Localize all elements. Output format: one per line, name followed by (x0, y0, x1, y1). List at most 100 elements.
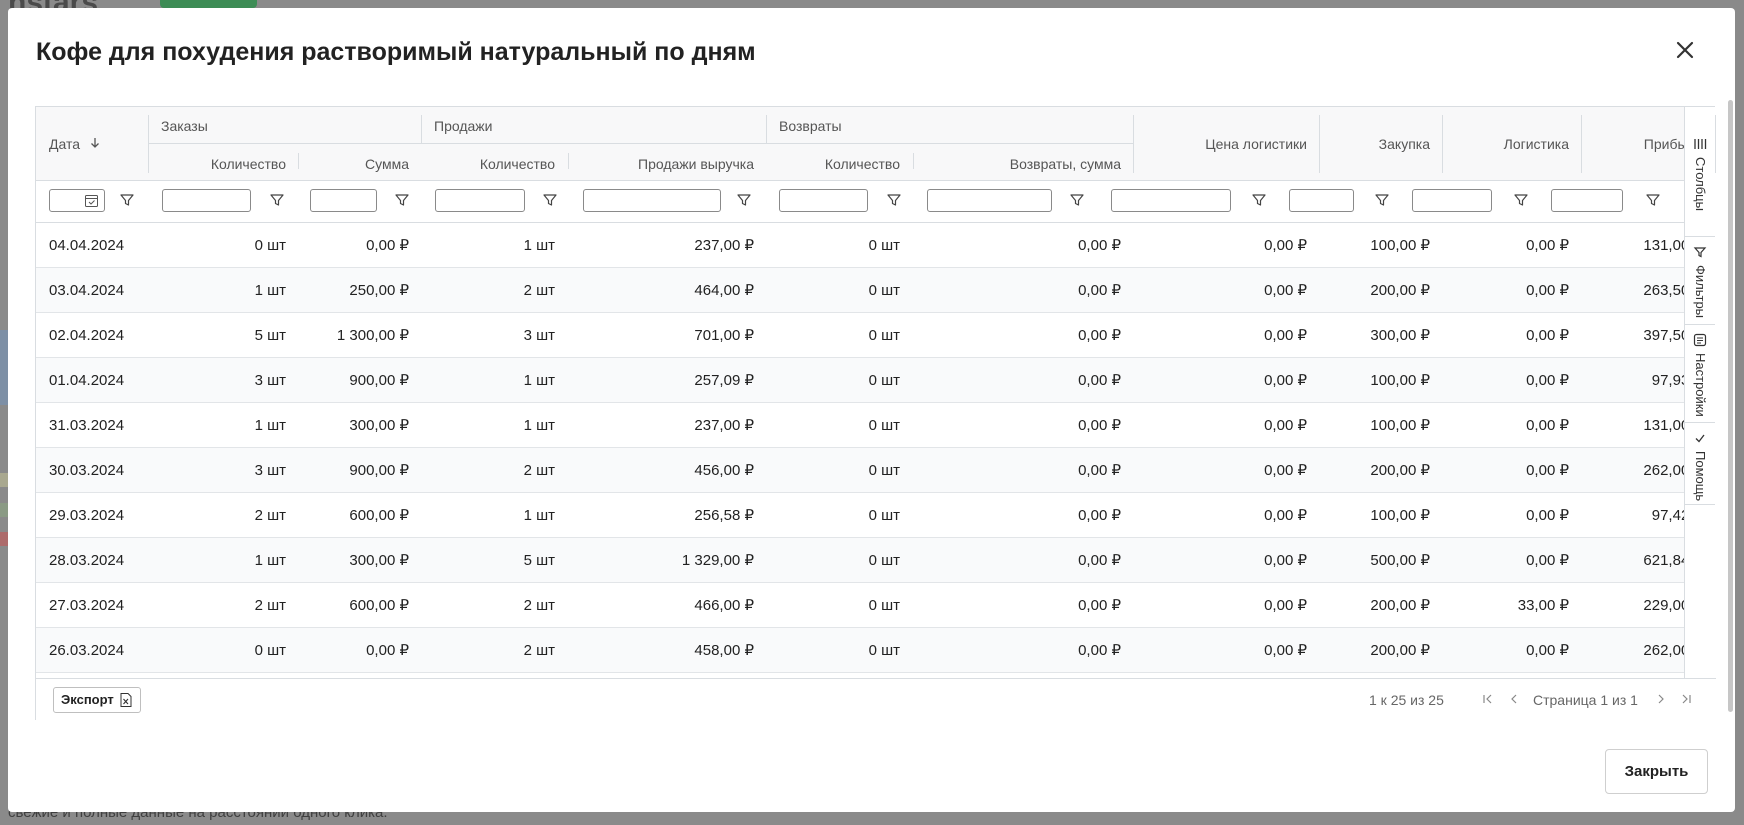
cell-purchase: 100,00 ₽ (1370, 417, 1430, 434)
cell-purchase: 200,00 ₽ (1370, 642, 1430, 659)
filter-icon[interactable] (885, 191, 903, 209)
column-header-orders-sum[interactable]: Сумма (298, 156, 409, 172)
cell-sales-qty: 2 шт (523, 282, 555, 299)
cell-logistics-price: 0,00 ₽ (1264, 237, 1307, 254)
table-row[interactable]: 28.03.2024 1 шт 300,00 ₽ 5 шт 1 329,00 ₽… (36, 538, 1703, 583)
column-header-sales-qty[interactable]: Количество (421, 156, 555, 172)
previous-page-icon[interactable] (1506, 691, 1522, 707)
column-divider (421, 115, 422, 143)
sales-revenue-filter-input[interactable] (583, 189, 721, 212)
profit-filter-input[interactable] (1551, 189, 1623, 212)
returns-sum-filter-input[interactable] (927, 189, 1052, 212)
filter-icon (1693, 245, 1707, 259)
cell-orders-qty: 2 шт (254, 597, 286, 614)
filter-icon[interactable] (1373, 191, 1391, 209)
filter-icon[interactable] (1250, 191, 1268, 209)
date-filter-input[interactable] (49, 189, 105, 212)
grid-footer: Экспорт 1 к 25 из 25 Страница 1 из 1 (36, 678, 1716, 720)
logistics-filter-input[interactable] (1412, 189, 1492, 212)
group-divider (148, 143, 1133, 144)
cell-sales-qty: 1 шт (523, 507, 555, 524)
table-row[interactable]: 03.04.2024 1 шт 250,00 ₽ 2 шт 464,00 ₽ 0… (36, 268, 1703, 313)
filter-icon[interactable] (541, 191, 559, 209)
cell-sales-qty: 2 шт (523, 597, 555, 614)
table-row[interactable]: 02.04.2024 5 шт 1 300,00 ₽ 3 шт 701,00 ₽… (36, 313, 1703, 358)
cell-orders-qty: 3 шт (254, 462, 286, 479)
table-row[interactable]: 04.04.2024 0 шт 0,00 ₽ 1 шт 237,00 ₽ 0 ш… (36, 223, 1703, 268)
modal-scrollbar[interactable] (1728, 100, 1733, 712)
next-page-icon[interactable] (1653, 691, 1669, 707)
table-row[interactable]: 29.03.2024 2 шт 600,00 ₽ 1 шт 256,58 ₽ 0… (36, 493, 1703, 538)
purchase-filter-input[interactable] (1289, 189, 1354, 212)
cell-orders-qty: 1 шт (254, 417, 286, 434)
filter-icon[interactable] (1512, 191, 1530, 209)
cell-logistics-price: 0,00 ₽ (1264, 282, 1307, 299)
calendar-icon[interactable] (84, 193, 99, 213)
cell-logistics: 0,00 ₽ (1526, 642, 1569, 659)
table-row[interactable]: 01.04.2024 3 шт 900,00 ₽ 1 шт 257,09 ₽ 0… (36, 358, 1703, 403)
background-swatch (0, 473, 8, 487)
column-header-logistics-price[interactable]: Цена логистики (1133, 136, 1307, 152)
sort-descending-icon (90, 136, 100, 152)
filter-icon[interactable] (735, 191, 753, 209)
cell-date: 29.03.2024 (49, 507, 125, 524)
cell-sales-qty: 1 шт (523, 372, 555, 389)
filter-icon[interactable] (1068, 191, 1086, 209)
table-row[interactable]: 27.03.2024 2 шт 600,00 ₽ 2 шт 466,00 ₽ 0… (36, 583, 1703, 628)
cell-orders-sum: 900,00 ₽ (349, 462, 409, 479)
returns-qty-filter-input[interactable] (779, 189, 868, 212)
tab-filters[interactable]: Фильтры (1685, 237, 1715, 325)
column-header-purchase[interactable]: Закупка (1319, 136, 1430, 152)
row-range-text: 1 к 25 из 25 (1369, 692, 1444, 708)
close-icon[interactable] (1669, 34, 1701, 66)
first-page-icon[interactable] (1480, 691, 1496, 707)
cell-date: 30.03.2024 (49, 462, 125, 479)
cell-orders-qty: 3 шт (254, 372, 286, 389)
cell-logistics: 0,00 ₽ (1526, 237, 1569, 254)
orders-sum-filter-input[interactable] (310, 189, 377, 212)
group-header-returns: Возвраты (779, 118, 842, 134)
cell-returns-sum: 0,00 ₽ (1078, 237, 1121, 254)
cell-sales-revenue: 237,00 ₽ (694, 237, 754, 254)
filter-icon[interactable] (118, 191, 136, 209)
cell-logistics-price: 0,00 ₽ (1264, 462, 1307, 479)
tab-help[interactable]: Помощь (1685, 423, 1715, 505)
tab-help-label: Помощь (1693, 451, 1708, 502)
table-row[interactable]: 30.03.2024 3 шт 900,00 ₽ 2 шт 456,00 ₽ 0… (36, 448, 1703, 493)
background-panel-strip (0, 330, 8, 405)
filter-icon[interactable] (268, 191, 286, 209)
cell-orders-sum: 600,00 ₽ (349, 507, 409, 524)
filter-icon[interactable] (1644, 191, 1662, 209)
export-button[interactable]: Экспорт (53, 687, 141, 713)
tab-columns[interactable]: Столбцы (1685, 129, 1715, 237)
column-header-orders-qty[interactable]: Количество (148, 156, 286, 172)
filter-icon[interactable] (393, 191, 411, 209)
cell-orders-qty: 0 шт (254, 237, 286, 254)
table-row[interactable]: 31.03.2024 1 шт 300,00 ₽ 1 шт 237,00 ₽ 0… (36, 403, 1703, 448)
column-header-returns-qty[interactable]: Количество (766, 156, 900, 172)
column-header-returns-sum[interactable]: Возвраты, сумма (913, 156, 1121, 172)
cell-purchase: 200,00 ₽ (1370, 282, 1430, 299)
column-header-sales-revenue[interactable]: Продажи выручка (568, 156, 754, 172)
cell-sales-revenue: 237,00 ₽ (694, 417, 754, 434)
cell-logistics-price: 0,00 ₽ (1264, 597, 1307, 614)
column-header-date[interactable]: Дата (49, 136, 100, 152)
cell-sales-revenue: 456,00 ₽ (694, 462, 754, 479)
cell-logistics-price: 0,00 ₽ (1264, 507, 1307, 524)
cell-date: 01.04.2024 (49, 372, 125, 389)
cell-logistics: 0,00 ₽ (1526, 372, 1569, 389)
column-header-logistics[interactable]: Логистика (1442, 136, 1569, 152)
page-info-text: Страница 1 из 1 (1533, 692, 1638, 708)
sales-qty-filter-input[interactable] (435, 189, 525, 212)
last-page-icon[interactable] (1678, 691, 1694, 707)
orders-qty-filter-input[interactable] (162, 189, 251, 212)
close-button[interactable]: Закрыть (1605, 749, 1708, 794)
logistics-price-filter-input[interactable] (1111, 189, 1231, 212)
cell-logistics: 0,00 ₽ (1526, 327, 1569, 344)
tab-settings[interactable]: Настройки (1685, 325, 1715, 423)
cell-sales-qty: 2 шт (523, 462, 555, 479)
table-row[interactable]: 26.03.2024 0 шт 0,00 ₽ 2 шт 458,00 ₽ 0 ш… (36, 628, 1703, 673)
background-menu-button: Меню (160, 0, 257, 8)
cell-returns-sum: 0,00 ₽ (1078, 282, 1121, 299)
tab-settings-label: Настройки (1693, 353, 1708, 417)
